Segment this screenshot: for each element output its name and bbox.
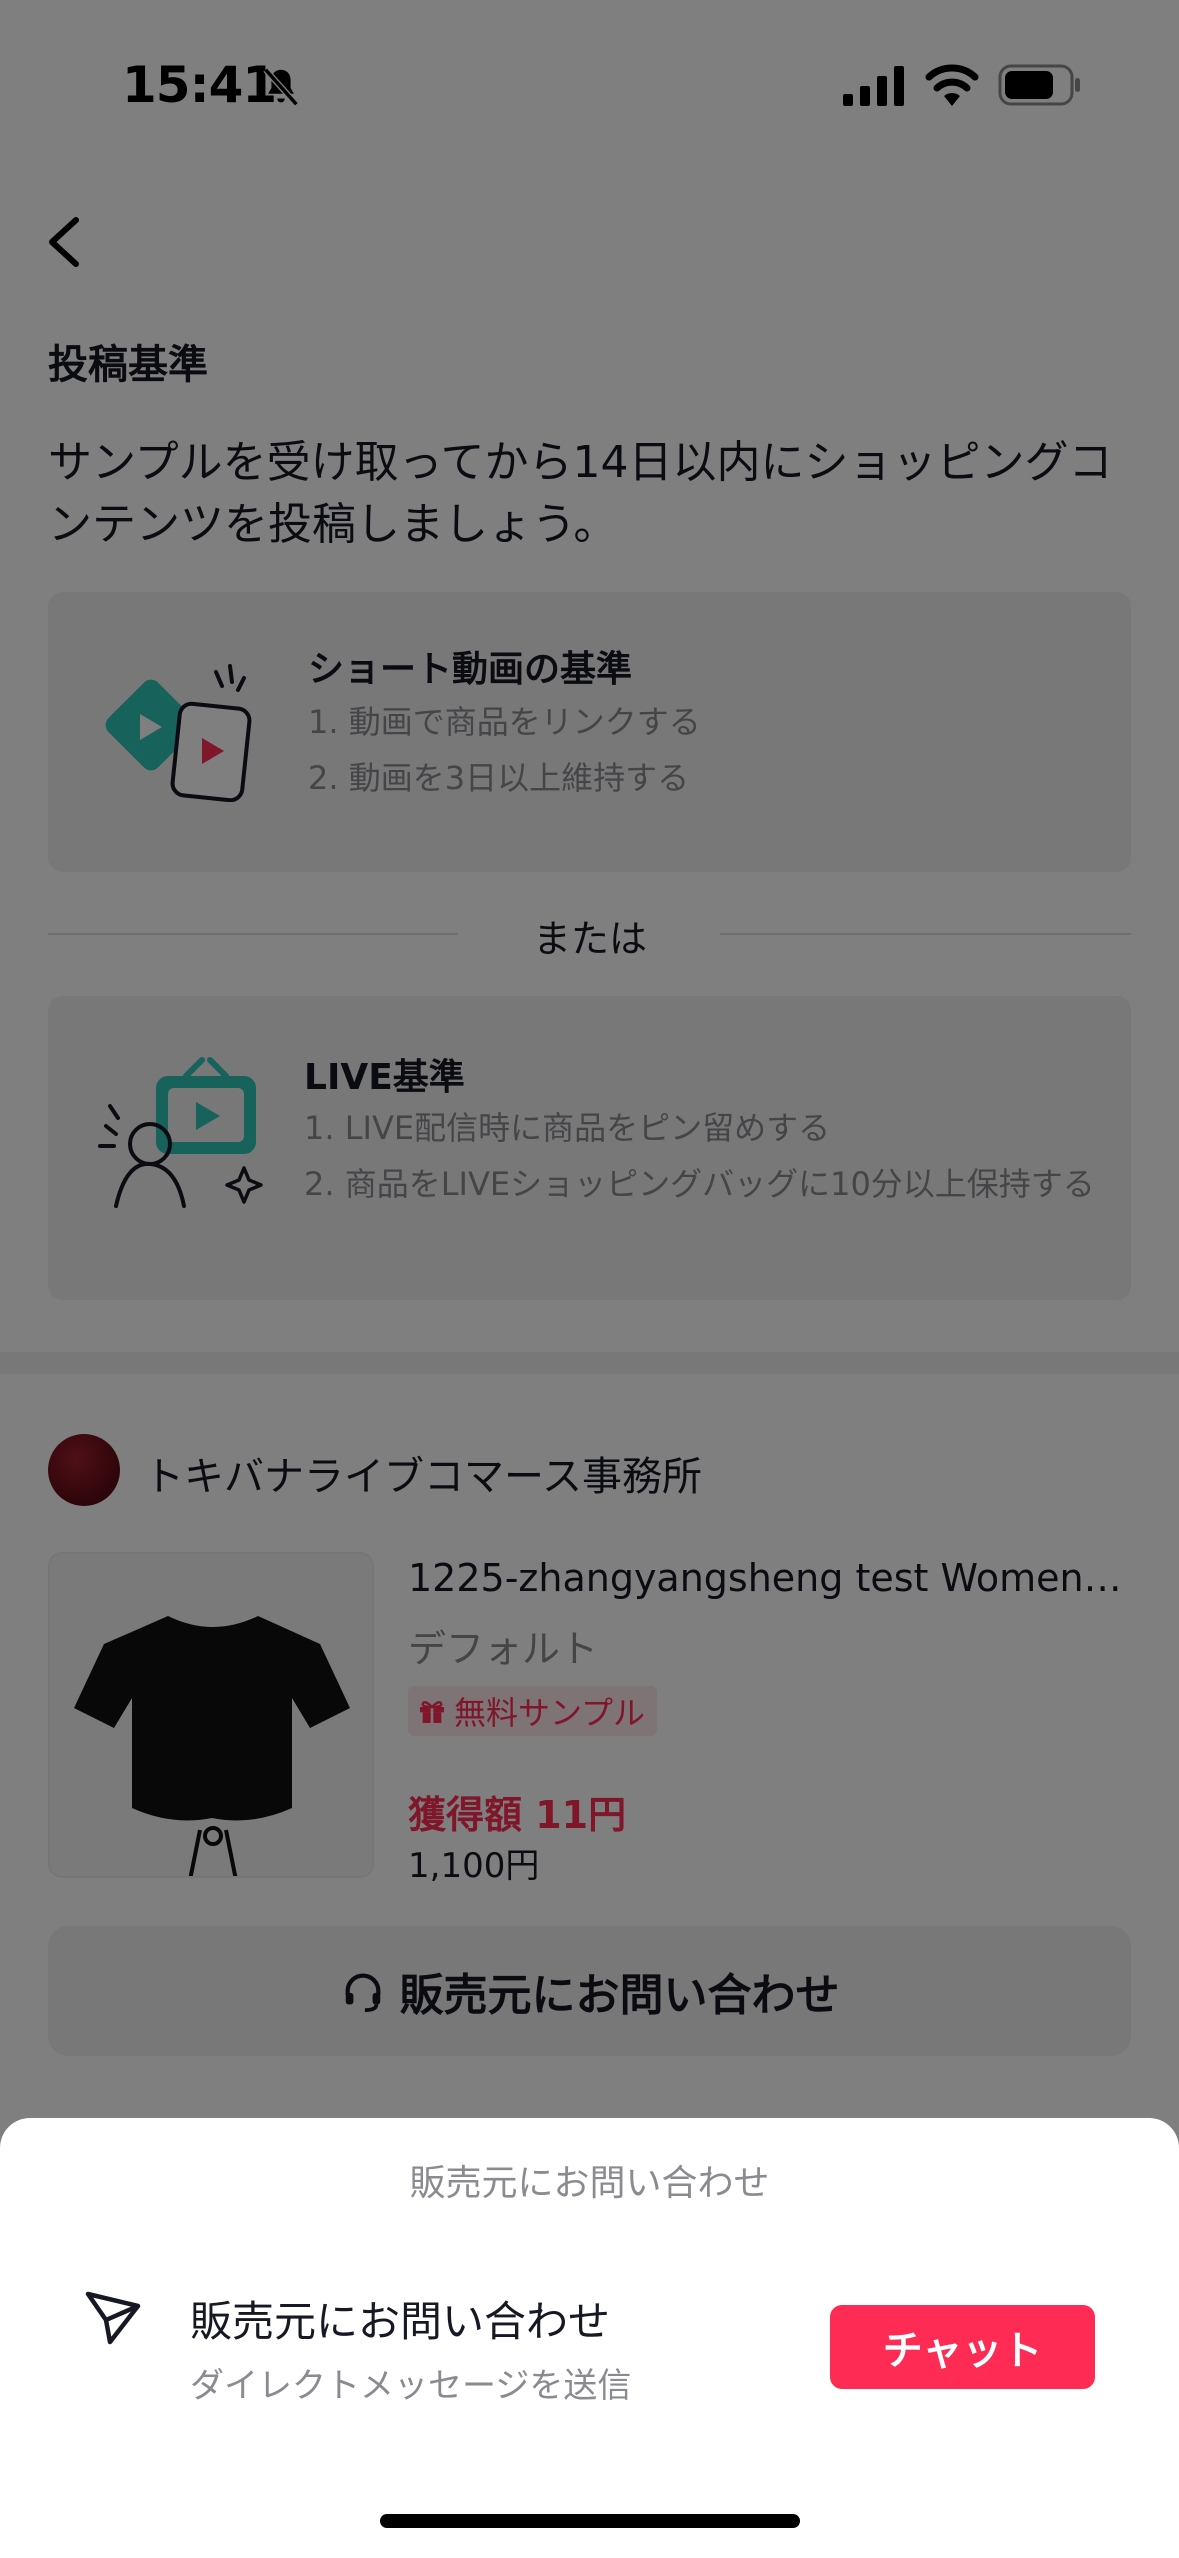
chat-button[interactable]: チャット	[830, 2305, 1095, 2389]
dm-option-title: 販売元にお問い合わせ	[190, 2297, 611, 2346]
dm-option-subtitle: ダイレクトメッセージを送信	[190, 2366, 632, 2406]
contact-bottom-sheet: 販売元にお問い合わせ 販売元にお問い合わせ ダイレクトメッセージを送信 チャット	[0, 2118, 1179, 2558]
home-indicator[interactable]	[380, 2514, 800, 2528]
page: 15:41 投稿基準 サンプルを受け取ってから14日以内にショッピングコンテンツ…	[0, 0, 1179, 2558]
sheet-title: 販売元にお問い合わせ	[409, 2163, 770, 2204]
send-icon	[85, 2291, 141, 2345]
